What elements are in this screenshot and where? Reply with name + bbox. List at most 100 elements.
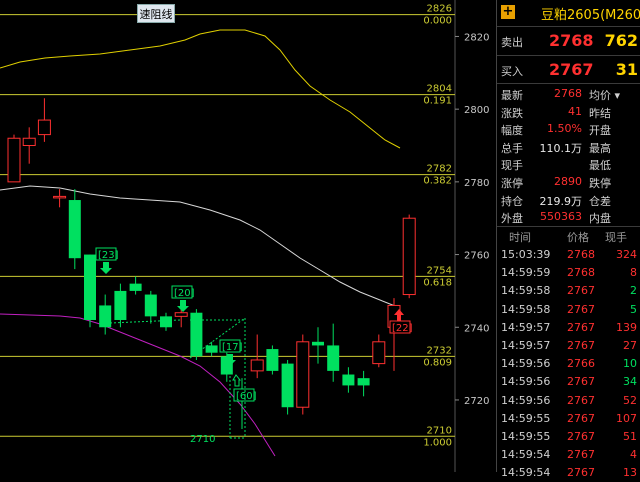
tick-volume: 139 [616, 320, 637, 334]
candle [296, 334, 310, 415]
annotation-22: [22] [392, 323, 413, 334]
divider [497, 226, 640, 227]
tick-row: 14:59:59 2768 8 [497, 264, 640, 282]
tick-price: 2767 [567, 466, 595, 480]
speed-resistance-button[interactable]: 速阻线 [137, 4, 175, 23]
stat-label-2: 仓差 [589, 194, 611, 208]
level-ratio: 0.618 [423, 277, 452, 288]
tick-price: 2767 [567, 393, 595, 407]
moving-average-yellow [0, 29, 401, 149]
candle [84, 254, 96, 328]
tick-price: 2767 [567, 320, 595, 334]
tick-volume: 8 [630, 266, 637, 280]
axis-label: 2760 [464, 251, 489, 262]
up-arrow-icon [232, 374, 242, 387]
tick-price: 2768 [567, 248, 595, 261]
stat-value: 110.1万 [539, 141, 583, 155]
sell-row: 卖出 2768 762 [497, 28, 640, 54]
level-price: 2710 [427, 425, 452, 436]
tick-time: 14:59:56 [501, 375, 551, 389]
stat-row: 外盘 550363 内盘 [497, 208, 640, 225]
divider [497, 55, 640, 56]
ticks-header-time: 时间 [509, 231, 531, 244]
tick-time: 14:59:57 [501, 339, 551, 352]
candle [372, 334, 386, 368]
candle [342, 367, 355, 393]
level-ratio: 0.382 [423, 176, 452, 187]
candlestick-chart[interactable]: 28260.000 28040.191 27820.382 27540.618 2732… [0, 0, 495, 472]
tick-volume: 10 [623, 357, 637, 371]
ticks-header-volume: 现手 [605, 231, 627, 244]
tick-row: 14:59:57 2767 27 [497, 337, 640, 355]
level-price: 2754 [427, 265, 452, 276]
candles [7, 98, 416, 430]
stat-label: 幅度 [501, 124, 523, 138]
stat-label: 涨停 [501, 177, 523, 190]
fibonacci-levels: 28260.000 28040.191 27820.382 27540.618 2732… [0, 4, 455, 448]
stat-row: 涨跌 41 昨结 [497, 103, 640, 120]
candle [144, 290, 157, 324]
tick-price: 2768 [567, 266, 595, 280]
axis-label: 2800 [464, 105, 489, 116]
tick-row: 14:59:57 2767 139 [497, 319, 640, 337]
stat-label: 总手 [501, 141, 523, 155]
ticks-header-price: 价格 [567, 231, 589, 244]
tick-time: 14:59:55 [501, 411, 551, 425]
tick-row: 15:03:39 2768 324 [497, 246, 640, 264]
tick-row: 14:59:55 2767 51 [497, 428, 640, 446]
tick-row: 14:59:54 2767 4 [497, 446, 640, 464]
candle [7, 134, 21, 183]
add-icon[interactable]: + [501, 5, 515, 19]
stat-label-2: 昨结 [589, 106, 611, 120]
contract-title-bar: + 豆粕2605(M2605 [497, 0, 640, 27]
tick-price: 2767 [567, 339, 595, 352]
candle [53, 189, 67, 208]
annotation-17: [17] [222, 342, 243, 353]
candle [281, 359, 294, 415]
tick-volume: 51 [623, 430, 637, 443]
tick-row: 14:59:56 2766 10 [497, 355, 640, 373]
divider [497, 83, 640, 84]
axis-label: 2740 [464, 323, 489, 334]
stat-label: 最新 [501, 89, 523, 102]
tick-row: 14:59:58 2767 5 [497, 301, 640, 319]
candle [357, 370, 370, 397]
tick-time: 14:59:55 [501, 430, 551, 443]
buy-volume: 31 [615, 60, 638, 79]
stat-row: 幅度 1.50% 开盘 [497, 120, 640, 137]
candle [129, 276, 142, 295]
stat-label: 现手 [501, 159, 523, 173]
stat-value: 219.9万 [539, 194, 583, 208]
stat-value: 1.50% [547, 122, 582, 136]
candle [205, 341, 218, 357]
level-ratio: 0.191 [423, 96, 452, 107]
sell-volume: 762 [604, 31, 638, 50]
stat-label-2: 均价 ▾ [589, 89, 621, 102]
candle [22, 127, 36, 164]
tick-time: 15:03:39 [501, 248, 551, 261]
candle [99, 294, 112, 335]
level-price: 2732 [427, 345, 452, 356]
level-price: 2804 [427, 84, 452, 95]
stat-value: 2768 [554, 87, 582, 100]
candle [266, 345, 279, 375]
candle [114, 283, 127, 328]
tick-price: 2767 [567, 430, 595, 443]
stat-label: 涨跌 [501, 106, 523, 120]
stat-row: 涨停 2890 跌停 [497, 173, 640, 190]
contract-name: 豆粕2605(M2605 [541, 8, 640, 23]
annotation-2710: 2710 [190, 434, 215, 445]
candle [387, 298, 401, 371]
moving-average-purple [0, 313, 276, 457]
tick-time: 14:59:54 [501, 448, 551, 462]
stat-label-2: 最低 [589, 159, 611, 173]
tick-time: 14:59:56 [501, 393, 551, 407]
tick-volume: 13 [623, 466, 637, 480]
axis-label: 2720 [464, 396, 489, 407]
tick-time: 14:59:57 [501, 320, 551, 334]
stat-label-2: 跌停 [589, 177, 611, 190]
down-arrow-icon [100, 262, 112, 274]
tick-price: 2767 [567, 411, 595, 425]
level-ratio: 0.000 [423, 16, 452, 27]
tick-time: 14:59:58 [501, 284, 551, 298]
